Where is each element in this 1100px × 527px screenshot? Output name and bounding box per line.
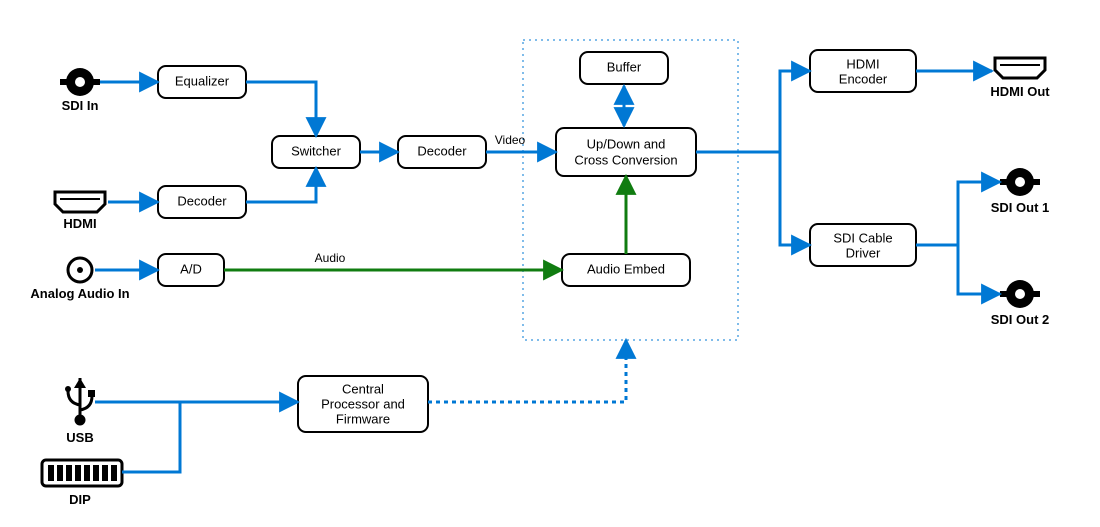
edge-updown-sdidrv (780, 152, 810, 245)
sdi-out-1-icon (1000, 168, 1040, 196)
decoder-hdmi-label: Decoder (177, 193, 227, 208)
sdi-in-label: SDI In (62, 98, 99, 113)
equalizer-label: Equalizer (175, 73, 230, 88)
sdi-in-icon (60, 68, 100, 96)
sdi-out-2-label: SDI Out 2 (991, 312, 1050, 327)
hdmi-in-label: HDMI (63, 216, 96, 231)
buffer-label: Buffer (607, 59, 642, 74)
sdi-drv-label-2: Driver (846, 245, 881, 260)
dip-label: DIP (69, 492, 91, 507)
sdi-out-1-label: SDI Out 1 (991, 200, 1050, 215)
video-label: Video (495, 133, 526, 147)
hdmi-out-label: HDMI Out (990, 84, 1050, 99)
edge-sdidrv-out1 (916, 182, 1000, 245)
edge-sdidrv-out2 (958, 245, 1000, 294)
edge-dip-cpu (122, 402, 298, 472)
hdmi-enc-label-2: Encoder (839, 71, 888, 86)
usb-label: USB (66, 430, 93, 445)
edge-eq-switcher (246, 82, 316, 136)
cpu-label-3: Firmware (336, 411, 390, 426)
edge-dec-switcher (246, 168, 316, 202)
cpu-label-1: Central (342, 381, 384, 396)
hdmi-enc-label-1: HDMI (846, 56, 879, 71)
audio-embed-label: Audio Embed (587, 261, 665, 276)
dip-icon (42, 460, 122, 486)
ad-label: A/D (180, 261, 202, 276)
block-diagram: SDI In Equalizer HDMI Decoder Switcher D… (0, 0, 1100, 527)
edge-updown-hdmienc (696, 71, 810, 152)
hdmi-out-icon (995, 58, 1045, 78)
switcher-label: Switcher (291, 143, 342, 158)
updown-label-2: Cross Conversion (574, 152, 677, 167)
sdi-out-2-icon (1000, 280, 1040, 308)
edge-cpu-region (428, 340, 626, 402)
analog-audio-in-icon (68, 258, 92, 282)
usb-icon (65, 378, 95, 424)
sdi-drv-label-1: SDI Cable (833, 230, 892, 245)
audio-label: Audio (315, 251, 346, 265)
hdmi-in-icon (55, 192, 105, 212)
cpu-label-2: Processor and (321, 396, 405, 411)
decoder2-label: Decoder (417, 143, 467, 158)
analog-audio-in-label: Analog Audio In (30, 286, 129, 301)
updown-label-1: Up/Down and (587, 136, 666, 151)
